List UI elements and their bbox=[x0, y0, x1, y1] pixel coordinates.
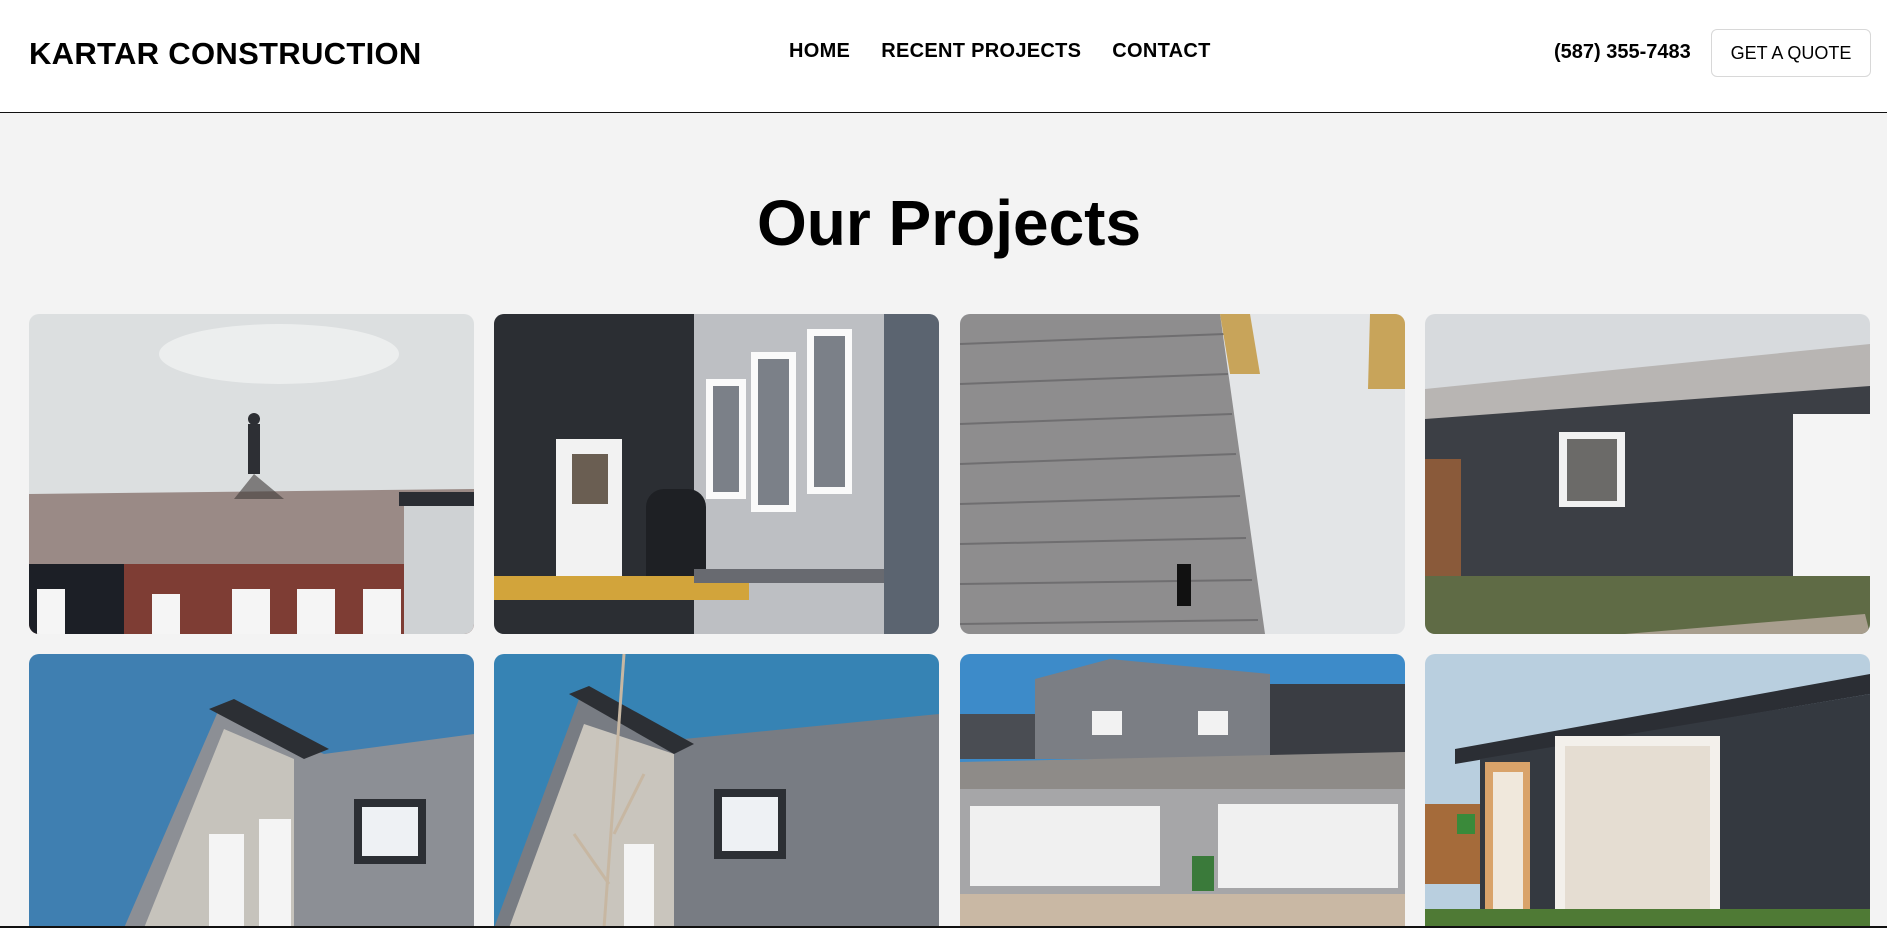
photo-grey-siding-closeup-icon bbox=[960, 314, 1405, 634]
project-card-1[interactable] bbox=[29, 314, 474, 634]
project-card-6[interactable] bbox=[494, 654, 939, 928]
project-card-3[interactable] bbox=[960, 314, 1405, 634]
nav-recent-projects-link[interactable]: RECENT PROJECTS bbox=[881, 40, 1081, 63]
nav-contact-link[interactable]: CONTACT bbox=[1112, 40, 1210, 63]
main-nav: HOME RECENT PROJECTS CONTACT bbox=[789, 40, 1211, 63]
project-card-7[interactable] bbox=[960, 654, 1405, 928]
project-card-8[interactable] bbox=[1425, 654, 1870, 928]
photo-dark-garage-side-icon bbox=[1425, 314, 1870, 634]
get-quote-button[interactable]: GET A QUOTE bbox=[1711, 29, 1871, 77]
project-card-5[interactable] bbox=[29, 654, 474, 928]
project-card-2[interactable] bbox=[494, 314, 939, 634]
photo-house-balcony-siding-icon bbox=[494, 314, 939, 634]
site-header: KARTAR CONSTRUCTION HOME RECENT PROJECTS… bbox=[0, 0, 1887, 113]
photo-gable-roof-blue-sky-icon bbox=[29, 654, 474, 928]
photo-garage-white-door-icon bbox=[1425, 654, 1870, 928]
page-title: Our Projects bbox=[756, 187, 1142, 259]
brand-logo[interactable]: KARTAR CONSTRUCTION bbox=[29, 36, 422, 72]
nav-home-link[interactable]: HOME bbox=[789, 40, 850, 63]
photo-double-garage-lane-icon bbox=[960, 654, 1405, 928]
photo-gable-roof-tree-icon bbox=[494, 654, 939, 928]
project-card-4[interactable] bbox=[1425, 314, 1870, 634]
phone-link[interactable]: (587) 355-7483 bbox=[1554, 41, 1691, 64]
photo-roofer-on-roof-icon bbox=[29, 314, 474, 634]
